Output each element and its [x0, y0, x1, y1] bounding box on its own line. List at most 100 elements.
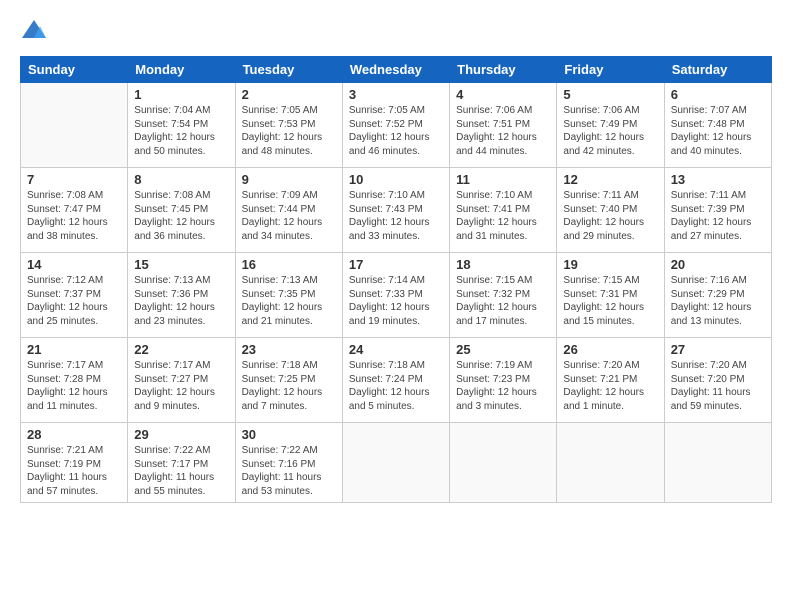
day-info: Sunrise: 7:07 AM Sunset: 7:48 PM Dayligh…: [671, 104, 765, 158]
week-row-4: 21 Sunrise: 7:17 AM Sunset: 7:28 PM Dayli…: [21, 338, 772, 423]
day-info: Sunrise: 7:08 AM Sunset: 7:47 PM Dayligh…: [27, 189, 121, 243]
day-number: 24: [349, 342, 443, 357]
page: SundayMondayTuesdayWednesdayThursdayFrid…: [0, 0, 792, 612]
logo-icon: [20, 16, 48, 44]
day-info: Sunrise: 7:19 AM Sunset: 7:23 PM Dayligh…: [456, 359, 550, 413]
header: [20, 16, 772, 44]
calendar-cell: 22 Sunrise: 7:17 AM Sunset: 7:27 PM Dayli…: [128, 338, 235, 423]
day-info: Sunrise: 7:06 AM Sunset: 7:51 PM Dayligh…: [456, 104, 550, 158]
calendar-cell: 13 Sunrise: 7:11 AM Sunset: 7:39 PM Dayli…: [664, 168, 771, 253]
weekday-header-wednesday: Wednesday: [342, 57, 449, 83]
day-info: Sunrise: 7:17 AM Sunset: 7:27 PM Dayligh…: [134, 359, 228, 413]
day-info: Sunrise: 7:06 AM Sunset: 7:49 PM Dayligh…: [563, 104, 657, 158]
calendar-cell: 28Sunrise: 7:21 AM Sunset: 7:19 PM Dayli…: [21, 423, 128, 503]
calendar-cell: 19 Sunrise: 7:15 AM Sunset: 7:31 PM Dayli…: [557, 253, 664, 338]
day-number: 21: [27, 342, 121, 357]
weekday-header-friday: Friday: [557, 57, 664, 83]
day-number: 13: [671, 172, 765, 187]
day-number: 28: [27, 427, 121, 442]
weekday-header-thursday: Thursday: [450, 57, 557, 83]
day-info: Sunrise: 7:18 AM Sunset: 7:24 PM Dayligh…: [349, 359, 443, 413]
calendar-cell: 3Sunrise: 7:05 AM Sunset: 7:52 PM Daylig…: [342, 83, 449, 168]
week-row-5: 28Sunrise: 7:21 AM Sunset: 7:19 PM Dayli…: [21, 423, 772, 503]
calendar-cell: 8 Sunrise: 7:08 AM Sunset: 7:45 PM Daylig…: [128, 168, 235, 253]
calendar-cell: 4 Sunrise: 7:06 AM Sunset: 7:51 PM Daylig…: [450, 83, 557, 168]
day-number: 4: [456, 87, 550, 102]
calendar-cell: 16 Sunrise: 7:13 AM Sunset: 7:35 PM Dayli…: [235, 253, 342, 338]
day-info: Sunrise: 7:20 AM Sunset: 7:20 PM Dayligh…: [671, 359, 765, 413]
day-info: Sunrise: 7:13 AM Sunset: 7:36 PM Dayligh…: [134, 274, 228, 328]
day-info: Sunrise: 7:08 AM Sunset: 7:45 PM Dayligh…: [134, 189, 228, 243]
day-number: 17: [349, 257, 443, 272]
day-info: Sunrise: 7:04 AM Sunset: 7:54 PM Dayligh…: [134, 104, 228, 158]
day-info: Sunrise: 7:10 AM Sunset: 7:43 PM Dayligh…: [349, 189, 443, 243]
calendar-cell: 18 Sunrise: 7:15 AM Sunset: 7:32 PM Dayli…: [450, 253, 557, 338]
weekday-header-saturday: Saturday: [664, 57, 771, 83]
day-number: 3: [349, 87, 443, 102]
calendar-cell: 10 Sunrise: 7:10 AM Sunset: 7:43 PM Dayli…: [342, 168, 449, 253]
day-number: 26: [563, 342, 657, 357]
calendar-cell: 21 Sunrise: 7:17 AM Sunset: 7:28 PM Dayli…: [21, 338, 128, 423]
day-info: Sunrise: 7:15 AM Sunset: 7:32 PM Dayligh…: [456, 274, 550, 328]
calendar-cell: 24 Sunrise: 7:18 AM Sunset: 7:24 PM Dayli…: [342, 338, 449, 423]
calendar-cell: 12 Sunrise: 7:11 AM Sunset: 7:40 PM Dayli…: [557, 168, 664, 253]
day-number: 7: [27, 172, 121, 187]
calendar-cell: 30 Sunrise: 7:22 AM Sunset: 7:16 PM Dayli…: [235, 423, 342, 503]
day-number: 10: [349, 172, 443, 187]
day-info: Sunrise: 7:22 AM Sunset: 7:17 PM Dayligh…: [134, 444, 228, 498]
day-number: 22: [134, 342, 228, 357]
day-info: Sunrise: 7:12 AM Sunset: 7:37 PM Dayligh…: [27, 274, 121, 328]
day-number: 2: [242, 87, 336, 102]
day-number: 16: [242, 257, 336, 272]
day-info: Sunrise: 7:22 AM Sunset: 7:16 PM Dayligh…: [242, 444, 336, 498]
day-info: Sunrise: 7:15 AM Sunset: 7:31 PM Dayligh…: [563, 274, 657, 328]
weekday-header-row: SundayMondayTuesdayWednesdayThursdayFrid…: [21, 57, 772, 83]
day-number: 9: [242, 172, 336, 187]
calendar-cell: 17 Sunrise: 7:14 AM Sunset: 7:33 PM Dayli…: [342, 253, 449, 338]
calendar-cell: 6Sunrise: 7:07 AM Sunset: 7:48 PM Daylig…: [664, 83, 771, 168]
calendar-cell: 15 Sunrise: 7:13 AM Sunset: 7:36 PM Dayli…: [128, 253, 235, 338]
calendar-cell: 11 Sunrise: 7:10 AM Sunset: 7:41 PM Dayli…: [450, 168, 557, 253]
calendar-cell: 29 Sunrise: 7:22 AM Sunset: 7:17 PM Dayli…: [128, 423, 235, 503]
day-info: Sunrise: 7:10 AM Sunset: 7:41 PM Dayligh…: [456, 189, 550, 243]
day-number: 15: [134, 257, 228, 272]
day-number: 8: [134, 172, 228, 187]
weekday-header-tuesday: Tuesday: [235, 57, 342, 83]
day-number: 20: [671, 257, 765, 272]
week-row-3: 14 Sunrise: 7:12 AM Sunset: 7:37 PM Dayli…: [21, 253, 772, 338]
day-number: 12: [563, 172, 657, 187]
calendar-cell: [664, 423, 771, 503]
day-info: Sunrise: 7:11 AM Sunset: 7:39 PM Dayligh…: [671, 189, 765, 243]
day-number: 5: [563, 87, 657, 102]
day-info: Sunrise: 7:18 AM Sunset: 7:25 PM Dayligh…: [242, 359, 336, 413]
day-number: 29: [134, 427, 228, 442]
week-row-2: 7 Sunrise: 7:08 AM Sunset: 7:47 PM Daylig…: [21, 168, 772, 253]
weekday-header-sunday: Sunday: [21, 57, 128, 83]
calendar-cell: 23Sunrise: 7:18 AM Sunset: 7:25 PM Dayli…: [235, 338, 342, 423]
day-info: Sunrise: 7:09 AM Sunset: 7:44 PM Dayligh…: [242, 189, 336, 243]
day-number: 19: [563, 257, 657, 272]
day-number: 14: [27, 257, 121, 272]
calendar-cell: 1Sunrise: 7:04 AM Sunset: 7:54 PM Daylig…: [128, 83, 235, 168]
day-number: 25: [456, 342, 550, 357]
calendar-cell: 14 Sunrise: 7:12 AM Sunset: 7:37 PM Dayli…: [21, 253, 128, 338]
calendar-cell: [557, 423, 664, 503]
day-info: Sunrise: 7:11 AM Sunset: 7:40 PM Dayligh…: [563, 189, 657, 243]
day-number: 27: [671, 342, 765, 357]
calendar-cell: 27 Sunrise: 7:20 AM Sunset: 7:20 PM Dayli…: [664, 338, 771, 423]
day-info: Sunrise: 7:17 AM Sunset: 7:28 PM Dayligh…: [27, 359, 121, 413]
day-info: Sunrise: 7:16 AM Sunset: 7:29 PM Dayligh…: [671, 274, 765, 328]
calendar-cell: 20 Sunrise: 7:16 AM Sunset: 7:29 PM Dayli…: [664, 253, 771, 338]
calendar-table: SundayMondayTuesdayWednesdayThursdayFrid…: [20, 56, 772, 503]
day-number: 30: [242, 427, 336, 442]
day-info: Sunrise: 7:13 AM Sunset: 7:35 PM Dayligh…: [242, 274, 336, 328]
day-info: Sunrise: 7:14 AM Sunset: 7:33 PM Dayligh…: [349, 274, 443, 328]
calendar-cell: 25 Sunrise: 7:19 AM Sunset: 7:23 PM Dayli…: [450, 338, 557, 423]
calendar-cell: 9 Sunrise: 7:09 AM Sunset: 7:44 PM Daylig…: [235, 168, 342, 253]
day-info: Sunrise: 7:05 AM Sunset: 7:53 PM Dayligh…: [242, 104, 336, 158]
week-row-1: 1Sunrise: 7:04 AM Sunset: 7:54 PM Daylig…: [21, 83, 772, 168]
calendar-cell: [21, 83, 128, 168]
calendar-cell: [450, 423, 557, 503]
day-number: 18: [456, 257, 550, 272]
day-number: 11: [456, 172, 550, 187]
